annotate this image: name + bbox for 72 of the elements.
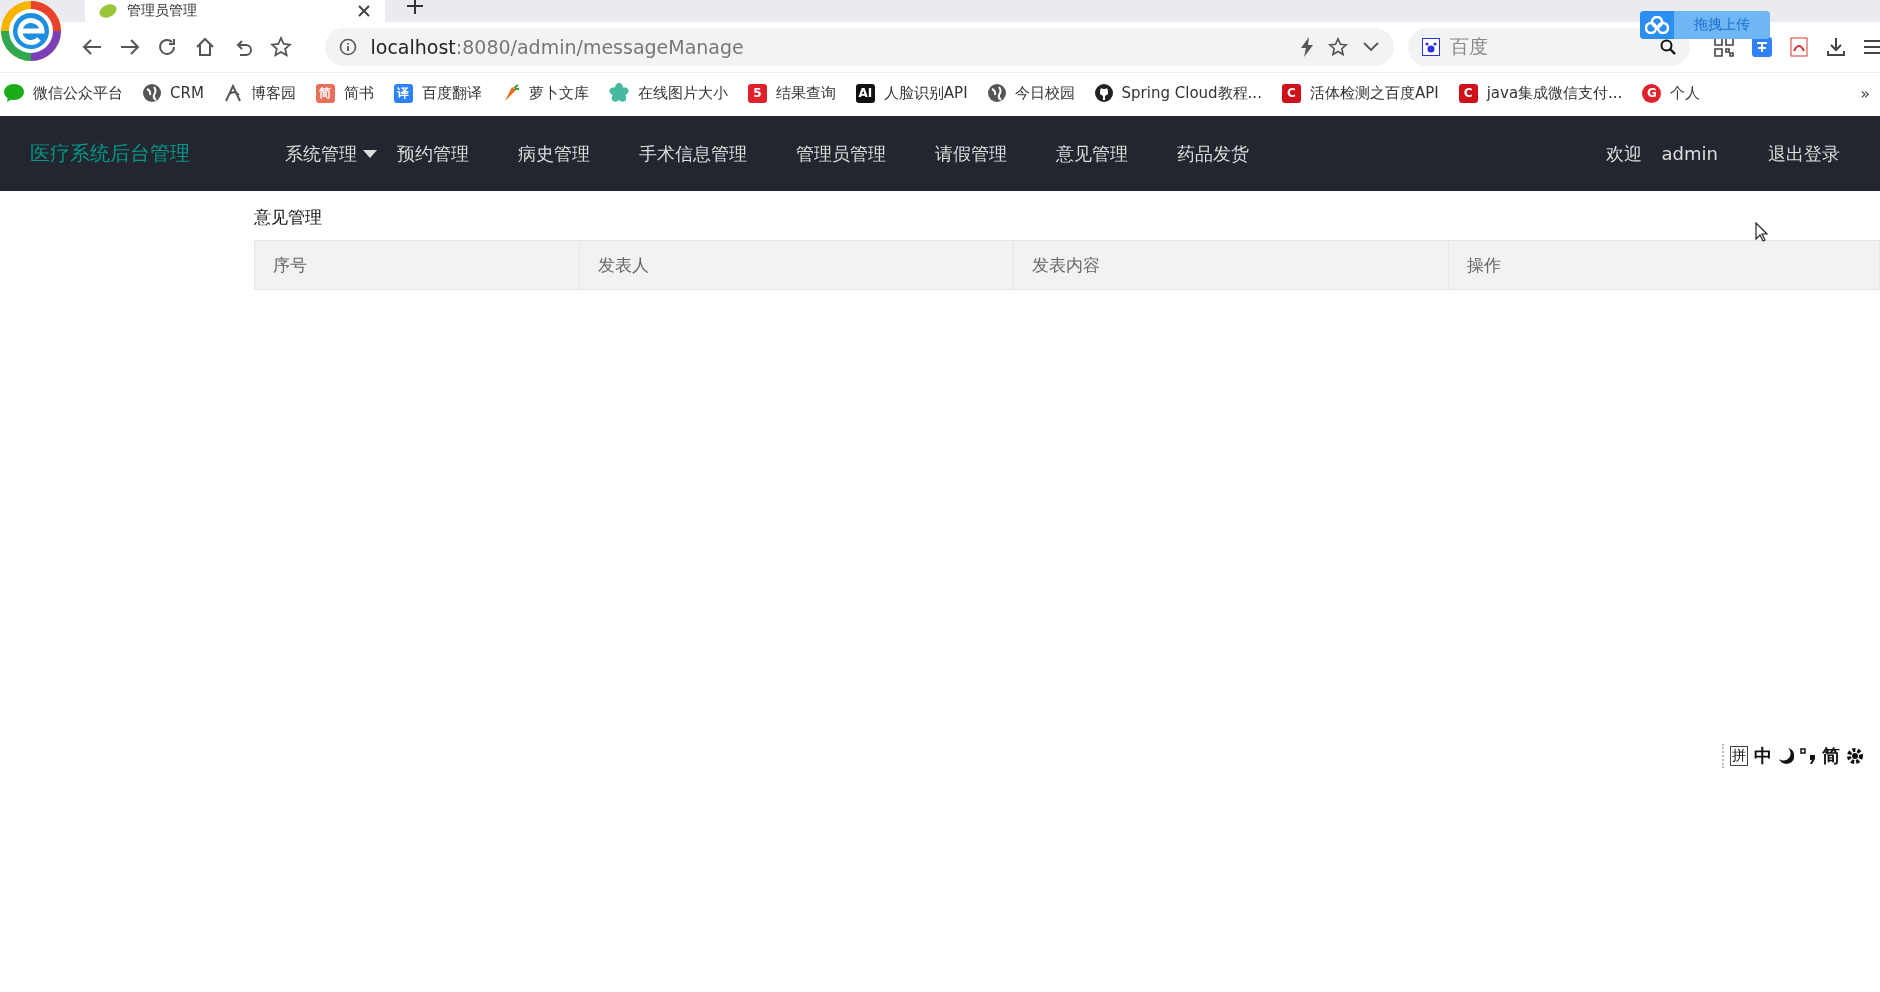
column-header: 发表内容 xyxy=(1014,241,1449,289)
nav-link[interactable]: 管理员管理 xyxy=(796,141,886,166)
bookmark-link[interactable]: 博客园 xyxy=(250,83,296,103)
brand-title: 医疗系统后台管理 xyxy=(30,140,191,167)
bookmark-link[interactable]: 萝卜文库 xyxy=(528,83,589,103)
nav-link[interactable]: 意见管理 xyxy=(1056,141,1128,166)
bookmark-icon: G xyxy=(1642,83,1662,103)
ime-mode-label[interactable]: 简 xyxy=(1822,744,1840,768)
tab-title: 管理员管理 xyxy=(127,2,198,20)
moon-icon[interactable] xyxy=(1778,747,1794,765)
nav-link[interactable]: 病史管理 xyxy=(518,141,590,166)
bookmark-icon: AI xyxy=(855,83,875,103)
column-header: 操作 xyxy=(1466,253,1502,277)
bookmark-link[interactable]: CRM xyxy=(170,84,204,102)
bookmark-link[interactable]: 人脸识别API xyxy=(883,83,968,103)
forward-icon[interactable] xyxy=(119,38,140,56)
leaf-icon xyxy=(99,3,117,19)
column-header: 序号 xyxy=(255,241,580,289)
nav-link[interactable]: 预约管理 xyxy=(397,141,469,166)
menu-icon[interactable] xyxy=(1864,39,1880,55)
browser-logo xyxy=(0,0,62,62)
bookmark-icon: C xyxy=(1281,83,1301,103)
ime-mode-label[interactable]: 中 xyxy=(1754,744,1772,768)
bookmark-link[interactable]: 活体检测之百度API xyxy=(1309,83,1439,103)
address-bar[interactable]: localhost:8080/admin/messageManage xyxy=(324,28,1394,66)
bookmark-link[interactable]: 今日校园 xyxy=(1014,83,1075,103)
translate-icon[interactable] xyxy=(1752,37,1772,57)
nav-link[interactable]: 请假管理 xyxy=(935,141,1007,166)
paw-icon xyxy=(1421,38,1440,56)
mouse-cursor-icon xyxy=(1755,222,1769,242)
bookmark-link[interactable]: java集成微信支付... xyxy=(1486,83,1623,103)
star-icon[interactable] xyxy=(269,36,292,58)
qr-code-icon[interactable] xyxy=(1714,37,1734,57)
nav-link[interactable]: 手术信息管理 xyxy=(639,141,747,166)
username: admin xyxy=(1661,143,1718,164)
bookmark-link[interactable]: Spring Cloud教程... xyxy=(1121,83,1262,103)
nav-link[interactable]: 系统管理 xyxy=(285,141,377,166)
download-icon[interactable] xyxy=(1826,37,1846,57)
search-icon[interactable] xyxy=(1660,39,1676,55)
star-icon[interactable] xyxy=(1327,37,1348,57)
reload-icon[interactable] xyxy=(157,37,178,57)
column-header: 发表人 xyxy=(580,241,1014,289)
bookmark-icon: 5 xyxy=(747,83,767,103)
bookmark-link[interactable]: 个人 xyxy=(1670,83,1701,103)
chevron-down-icon[interactable] xyxy=(1361,41,1380,53)
bookmark-link[interactable]: 百度翻译 xyxy=(421,83,482,103)
lightning-icon[interactable] xyxy=(1299,37,1314,57)
punctuation-icon[interactable] xyxy=(1800,747,1816,765)
bookmark-icon: 简 xyxy=(315,83,335,103)
more-bookmarks-button[interactable]: » xyxy=(1860,83,1870,103)
bookmark-icon: C xyxy=(1458,83,1478,103)
home-icon[interactable] xyxy=(195,37,216,57)
caret-icon xyxy=(363,149,377,158)
bookmark-link[interactable]: 简书 xyxy=(343,83,374,103)
logout-link[interactable]: 退出登录 xyxy=(1768,141,1840,166)
gear-icon[interactable] xyxy=(1846,747,1864,765)
nav-link[interactable]: 药品发货 xyxy=(1177,141,1249,166)
info-icon[interactable] xyxy=(338,38,357,56)
close-icon[interactable] xyxy=(357,4,371,18)
new-tab-icon[interactable] xyxy=(407,0,423,14)
bookmark-icon: 译 xyxy=(393,83,413,103)
browser-tab[interactable]: 管理员管理 xyxy=(85,0,385,22)
bookmark-link[interactable]: 微信公众平台 xyxy=(33,83,123,103)
ime-mode-label[interactable]: 拼 xyxy=(1730,746,1748,766)
url-text: localhost:8080/admin/messageManage xyxy=(370,36,745,58)
bookmark-link[interactable]: 结果查询 xyxy=(775,83,836,103)
search-placeholder: 百度 xyxy=(1449,34,1489,59)
page-title: 意见管理 xyxy=(254,205,322,229)
bookmark-link[interactable]: 在线图片大小 xyxy=(637,83,728,103)
back-icon[interactable] xyxy=(81,38,102,56)
welcome-text: 欢迎 xyxy=(1605,141,1642,166)
cloud-icon xyxy=(1645,16,1669,34)
